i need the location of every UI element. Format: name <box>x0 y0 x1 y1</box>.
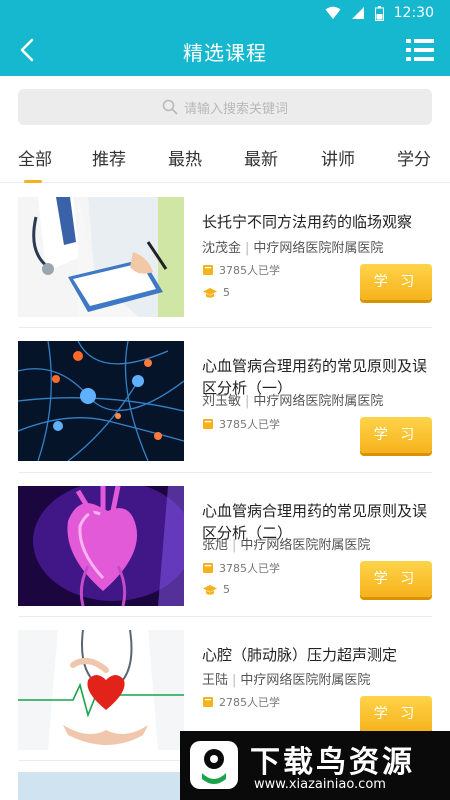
course-thumbnail-heart <box>18 486 184 606</box>
graduation-cap-icon <box>203 584 217 595</box>
course-teacher: 张旭 <box>202 538 229 553</box>
course-teacher: 沈茂金 <box>202 241 242 256</box>
course-learners: 3785人已学 <box>202 262 280 278</box>
study-button[interactable]: 学 习 <box>360 561 432 597</box>
category-tabs: 全部 推荐 最热 最新 讲师 学分 <box>0 135 450 183</box>
course-teacher: 刘玉敏 <box>202 394 242 409</box>
tab-recommended[interactable]: 推荐 <box>92 145 126 170</box>
active-tab-indicator <box>24 180 42 183</box>
course-item[interactable]: 心血管病合理用药的常见原则及误区分析（一） 刘玉敏 | 中疗网络医院附属医院 378… <box>18 341 432 461</box>
tab-hottest[interactable]: 最热 <box>168 145 202 170</box>
course-thumbnail-neurons <box>18 341 184 461</box>
book-icon <box>203 419 213 429</box>
course-item[interactable]: 长托宁不同方法用药的临场观察 沈茂金 | 中疗网络医院附属医院 3785人已学 5 … <box>18 197 432 317</box>
tab-lecturers[interactable]: 讲师 <box>321 145 355 170</box>
study-button[interactable]: 学 习 <box>360 264 432 300</box>
bird-logo-icon <box>190 741 238 789</box>
tab-newest[interactable]: 最新 <box>244 145 278 170</box>
tab-all[interactable]: 全部 <box>18 145 52 170</box>
status-bar: 12:30 <box>0 0 450 25</box>
course-learners: 3785人已学 <box>202 560 280 576</box>
app-header: 精选课程 <box>0 25 450 76</box>
watermark-logo: 下载鸟资源 www.xiazainiao.com <box>180 731 450 800</box>
study-button[interactable]: 学 习 <box>360 696 432 732</box>
menu-list-icon <box>406 39 434 61</box>
course-teacher-org: 王陆 | 中疗网络医院附属医院 <box>202 673 371 688</box>
tab-credits[interactable]: 学分 <box>397 145 431 170</box>
page-title: 精选课程 <box>183 41 267 65</box>
divider <box>18 616 432 617</box>
search-input[interactable]: 请输入搜索关键词 <box>18 89 432 125</box>
wifi-icon <box>325 6 341 20</box>
course-org: 中疗网络医院附属医院 <box>253 394 384 409</box>
status-time: 12:30 <box>393 5 434 21</box>
course-title: 长托宁不同方法用药的临场观察 <box>202 213 413 231</box>
course-credits: 5 <box>202 286 230 299</box>
divider <box>18 327 432 328</box>
book-icon <box>203 265 213 275</box>
study-button[interactable]: 学 习 <box>360 417 432 453</box>
course-title: 心腔（肺动脉）压力超声测定 <box>202 646 398 664</box>
course-org: 中疗网络医院附属医院 <box>253 241 384 256</box>
course-thumbnail-partial <box>18 772 184 800</box>
menu-button[interactable] <box>406 37 434 63</box>
search-icon <box>162 99 178 115</box>
battery-icon <box>374 5 384 21</box>
course-item[interactable]: 心血管病合理用药的常见原则及误区分析（二） 张旭 | 中疗网络医院附属医院 3785… <box>18 486 432 606</box>
course-teacher-org: 刘玉敏 | 中疗网络医院附属医院 <box>202 394 384 409</box>
watermark-text: 下载鸟资源 <box>250 745 415 780</box>
course-credits: 5 <box>202 583 230 596</box>
course-teacher-org: 张旭 | 中疗网络医院附属医院 <box>202 538 371 553</box>
signal-icon <box>351 6 365 20</box>
course-thumbnail-heart-hands <box>18 630 184 750</box>
course-org: 中疗网络医院附属医院 <box>240 538 371 553</box>
book-icon <box>203 697 213 707</box>
book-icon <box>203 563 213 573</box>
search-placeholder: 请输入搜索关键词 <box>183 101 288 117</box>
graduation-cap-icon <box>203 287 217 298</box>
course-learners: 2785人已学 <box>202 694 280 710</box>
status-icons: 12:30 <box>325 4 434 22</box>
course-learners: 3785人已学 <box>202 416 280 432</box>
course-teacher-org: 沈茂金 | 中疗网络医院附属医院 <box>202 241 384 256</box>
course-teacher: 王陆 <box>202 673 229 688</box>
course-org: 中疗网络医院附属医院 <box>240 673 371 688</box>
course-thumbnail-doctor <box>18 197 184 317</box>
divider <box>18 472 432 473</box>
watermark-url: www.xiazainiao.com <box>254 777 386 792</box>
